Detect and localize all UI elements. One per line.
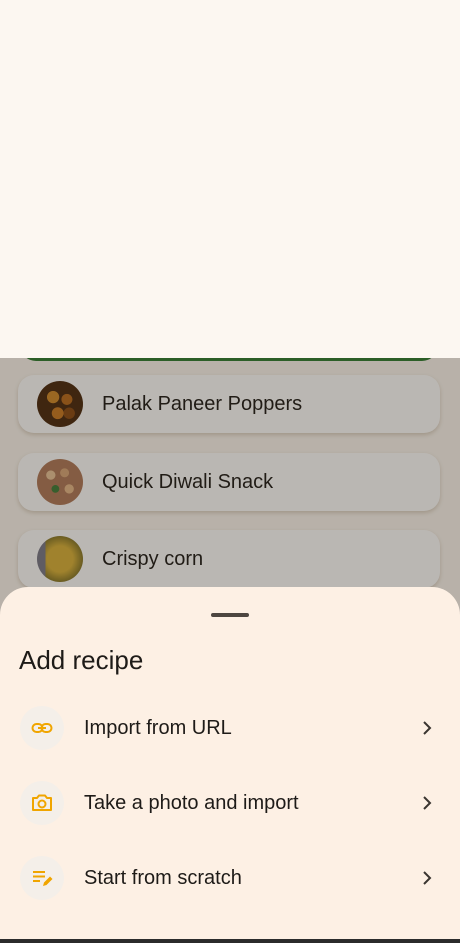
- top-blank-area: [0, 0, 460, 358]
- link-icon: [20, 706, 64, 750]
- option-label: Take a photo and import: [84, 791, 299, 814]
- chevron-right-icon: [420, 721, 434, 735]
- take-photo-option[interactable]: Take a photo and import: [0, 773, 460, 833]
- sheet-title: Add recipe: [19, 645, 144, 675]
- start-from-scratch-option[interactable]: Start from scratch: [0, 848, 460, 908]
- screen: Palak Paneer Poppers Quick Diwali Snack …: [0, 0, 460, 943]
- option-label: Start from scratch: [84, 866, 242, 889]
- chevron-right-icon: [420, 796, 434, 810]
- import-from-url-option[interactable]: Import from URL: [0, 698, 460, 758]
- drag-handle[interactable]: [211, 613, 249, 617]
- camera-icon: [20, 781, 64, 825]
- option-label: Import from URL: [84, 716, 232, 739]
- edit-note-icon: [20, 856, 64, 900]
- chevron-right-icon: [420, 871, 434, 885]
- add-recipe-bottom-sheet: Add recipe Import from URL Take a photo …: [0, 587, 460, 943]
- system-navigation-bar: [0, 939, 460, 943]
